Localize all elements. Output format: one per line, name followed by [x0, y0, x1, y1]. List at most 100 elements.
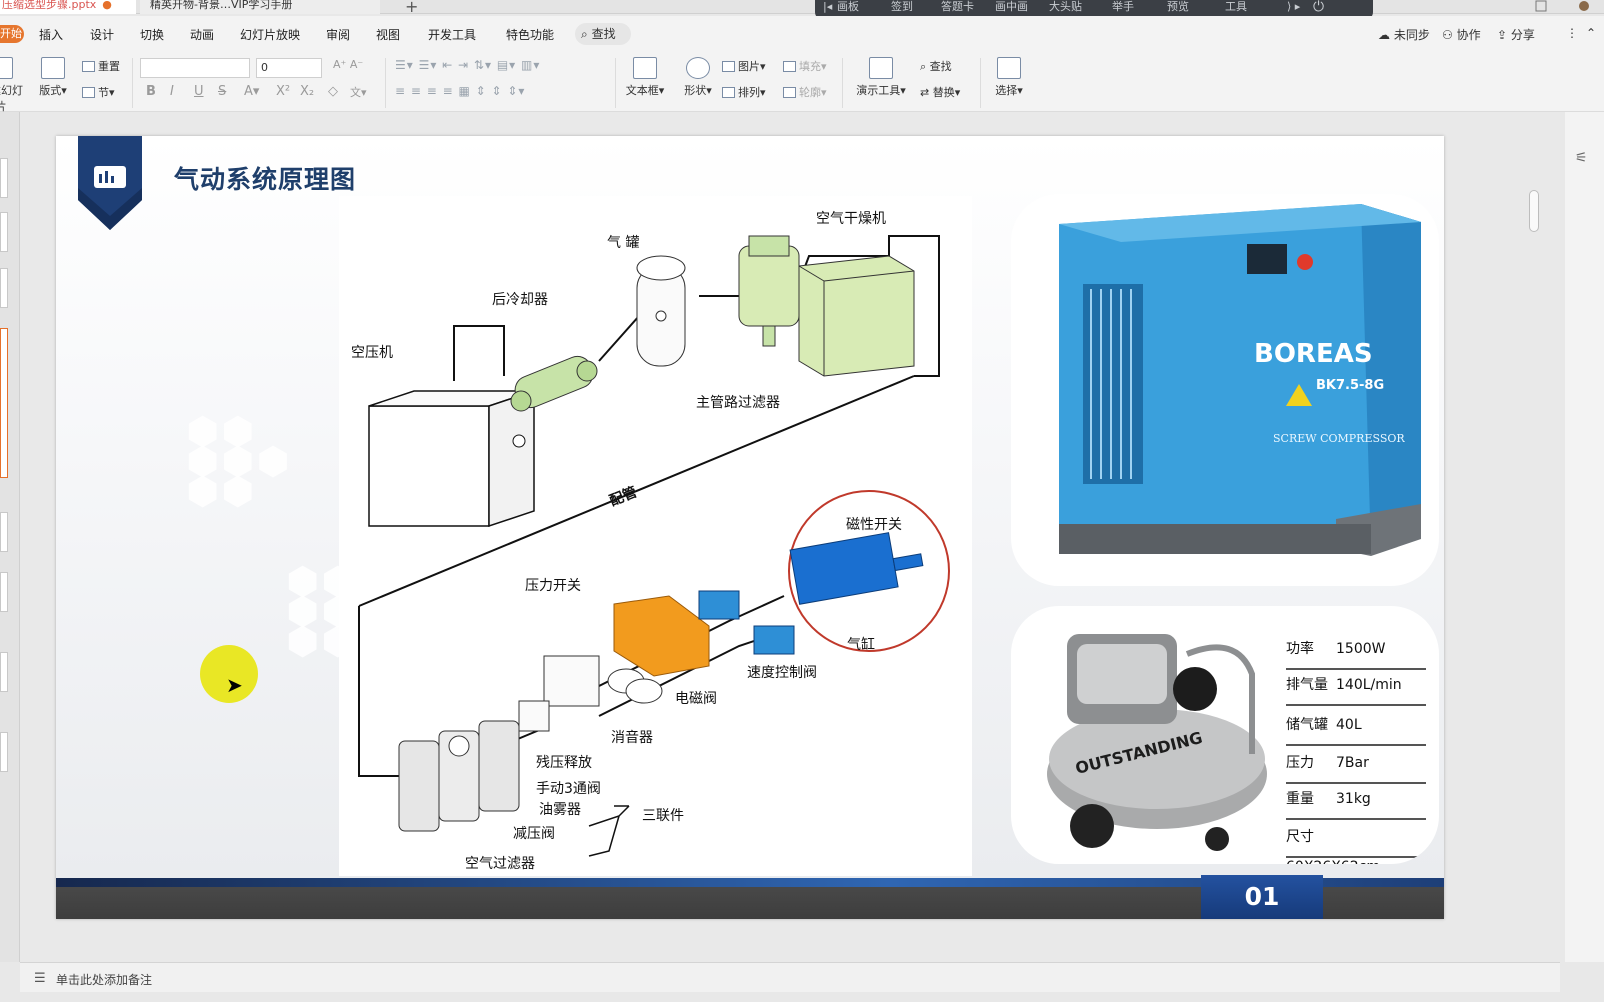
label-frl-triplet: 三联件 [642, 808, 684, 824]
property-panel-icon[interactable]: ⚟ [1575, 150, 1588, 166]
tab-active-document[interactable]: 压缩选型步骤.pptx ● [0, 0, 136, 14]
pneumatic-schematic-drawing [358, 235, 950, 857]
floatbar-item-board[interactable]: 画板 [837, 0, 859, 14]
scrollbar-thumb[interactable] [1529, 190, 1539, 232]
label-air-tank: 气 罐 [607, 235, 640, 251]
portable-compressor-image: OUTSTANDING [1047, 634, 1267, 851]
floatbar-item-preview[interactable]: 预览 [1167, 0, 1189, 14]
menu-tab-developer[interactable]: 开发工具 [428, 26, 476, 43]
hexagon-background-decoration: ⬢⬢ ⬢⬢⬢ ⬢⬢ [186, 409, 292, 513]
replace-button[interactable]: ⇄ 替换▾ [920, 84, 960, 100]
phonetic-icon[interactable]: 文▾ [350, 84, 367, 100]
more-icon[interactable]: ⋮ [1566, 26, 1578, 40]
presentation-icon [869, 57, 893, 79]
portable-compressor-spec-card[interactable]: OUTSTANDING 功率 1500W 排气量 140L/min 储气罐 40L 压… [1011, 606, 1439, 864]
reset-button[interactable]: 重置 [82, 58, 120, 74]
menu-tab-features[interactable]: 特色功能 [506, 26, 554, 43]
find-button[interactable]: ⌕ 查找 [920, 58, 952, 74]
collapse-icon[interactable]: ⟩ ▸ [1287, 0, 1300, 14]
menu-tab-design[interactable]: 设计 [90, 26, 114, 43]
menu-tab-insert[interactable]: 插入 [39, 26, 63, 43]
search-icon: ⌕ [581, 27, 588, 41]
font-name-select[interactable] [140, 58, 250, 78]
share-icon: ⇪ [1497, 28, 1508, 42]
grow-font-icon[interactable]: A⁺ A⁻ [333, 58, 363, 71]
collaborate-button[interactable]: ⚇ 协作 [1442, 26, 1481, 43]
bold-icon[interactable]: B [146, 84, 156, 99]
slide-thumbnail[interactable] [0, 572, 8, 612]
shape-button[interactable]: 形状▾ [675, 57, 721, 98]
fill-button[interactable]: 填充▾ [783, 58, 827, 74]
label-residual-release: 残压释放 [536, 755, 592, 771]
subscript-icon[interactable]: X₂ [300, 84, 314, 99]
product-caption-text: SCREW COMPRESSOR [1273, 432, 1405, 445]
font-size-select[interactable]: 0 [256, 58, 322, 78]
underline-icon[interactable]: U [194, 84, 204, 99]
power-icon[interactable]: ⏻ [1313, 0, 1324, 14]
spec-row: 排气量 140L/min [1286, 670, 1426, 706]
select-button[interactable]: 选择▾ [986, 57, 1032, 98]
textbox-button[interactable]: 文本框▾ [622, 57, 668, 98]
menu-tab-view[interactable]: 视图 [376, 26, 400, 43]
floatbar-item-tools[interactable]: 工具 [1225, 0, 1247, 14]
bullet-list-icon[interactable]: ☰▾ ☰▾ ⇤ ⇥ ⇅▾ ▤▾ ▥▾ [395, 58, 540, 72]
notes-placeholder[interactable]: 单击此处添加备注 [56, 971, 152, 988]
layout-button[interactable]: 版式▾ [30, 57, 76, 98]
arrange-label: 排列 [738, 86, 760, 99]
screw-compressor-photo[interactable]: BOREAS BK7.5-8G SCREW COMPRESSOR [1011, 194, 1439, 586]
slide-thumbnail[interactable] [0, 212, 8, 252]
collapse-ribbon-icon[interactable]: ⌃ [1586, 26, 1596, 40]
tab-other-document[interactable]: 精英开物-背景…VIP学习手册 [140, 0, 380, 14]
new-tab-button[interactable]: + [405, 0, 418, 16]
italic-icon[interactable]: I [170, 84, 174, 99]
outline-button[interactable]: 轮廓▾ [783, 84, 827, 100]
share-button[interactable]: ⇪ 分享 [1497, 26, 1535, 43]
pneumatic-diagram[interactable]: 空气干燥机 气 罐 后冷却器 空压机 主管路过滤器 配管 磁性开关 压力开关 气… [339, 196, 972, 876]
arrange-button[interactable]: 排列▾ [722, 84, 766, 100]
clear-format-icon[interactable]: ◇ [328, 84, 338, 99]
avatar[interactable] [1534, 0, 1594, 12]
floatbar-item-avatar[interactable]: 大头贴 [1049, 0, 1082, 14]
spec-row: 功率 1500W [1286, 634, 1426, 670]
menu-tab-review[interactable]: 审阅 [326, 26, 350, 43]
slide-thumbnail[interactable] [0, 652, 8, 692]
spec-value: 1500W [1336, 641, 1386, 657]
section-button[interactable]: 节▾ [82, 84, 115, 100]
slide-thumbnail[interactable] [0, 512, 8, 552]
menu-tab-animation[interactable]: 动画 [190, 26, 214, 43]
user-area [1534, 0, 1594, 14]
menu-tab-slideshow[interactable]: 幻灯片放映 [240, 26, 300, 43]
label-air-filter: 空气过滤器 [465, 856, 535, 872]
floatbar-item-answer[interactable]: 答题卡 [941, 0, 974, 14]
floatbar-item-signin[interactable]: 签到 [891, 0, 913, 14]
floatbar-item-hand[interactable]: 举手 [1112, 0, 1134, 14]
toolbar-grip-icon[interactable]: |◂ [823, 0, 832, 14]
slide-thumbnail[interactable] [0, 268, 8, 308]
ribbon-toolbar: 新建幻灯片 版式▾ 重置 节▾ 0 A⁺ A⁻ B I U S A▾ X² X₂… [0, 52, 1604, 114]
slide-thumbnail[interactable] [0, 732, 8, 772]
slide-title[interactable]: 气动系统原理图 [174, 160, 356, 196]
slide-thumbnail-current[interactable] [0, 328, 8, 478]
spec-key: 重量 [1286, 791, 1314, 807]
strikethrough-icon[interactable]: S [218, 84, 226, 99]
current-slide[interactable]: ⬢⬢⬢⬢⬢⬢⬢ ⬢⬢⬢⬢⬢⬢⬢⬢ 气动系统原理图 [56, 136, 1444, 919]
shape-label: 形状 [684, 84, 707, 97]
floatbar-item-pip[interactable]: 画中画 [995, 0, 1028, 14]
menu-search-button[interactable]: ⌕ 查找 [575, 23, 631, 45]
new-slide-button[interactable]: 新建幻灯片 [0, 57, 24, 114]
slide-thumbnail[interactable] [0, 158, 8, 198]
screw-compressor-image: BOREAS BK7.5-8G SCREW COMPRESSOR [1059, 204, 1421, 556]
align-icons[interactable]: ≡ ≡ ≡ ≡ ▦ ⇕ ⇕ ⇕▾ [395, 84, 525, 98]
picture-button[interactable]: 图片▾ [722, 58, 766, 74]
label-manual-3way-valve: 手动3通阀 [536, 781, 601, 797]
font-color-icon[interactable]: A▾ [244, 84, 259, 99]
menu-tab-transition[interactable]: 切换 [140, 26, 164, 43]
menu-tab-start[interactable]: 开始 [0, 25, 24, 43]
sync-status-button[interactable]: ☁ 未同步 [1378, 26, 1430, 43]
spec-key: 排气量 [1286, 677, 1328, 693]
presentation-tools-button[interactable]: 演示工具▾ [852, 57, 910, 98]
superscript-icon[interactable]: X² [276, 84, 290, 99]
find-icon: ⌕ [920, 60, 930, 73]
notes-pane[interactable]: ☰ 单击此处添加备注 [20, 962, 1560, 992]
find-label: 查找 [929, 60, 952, 73]
